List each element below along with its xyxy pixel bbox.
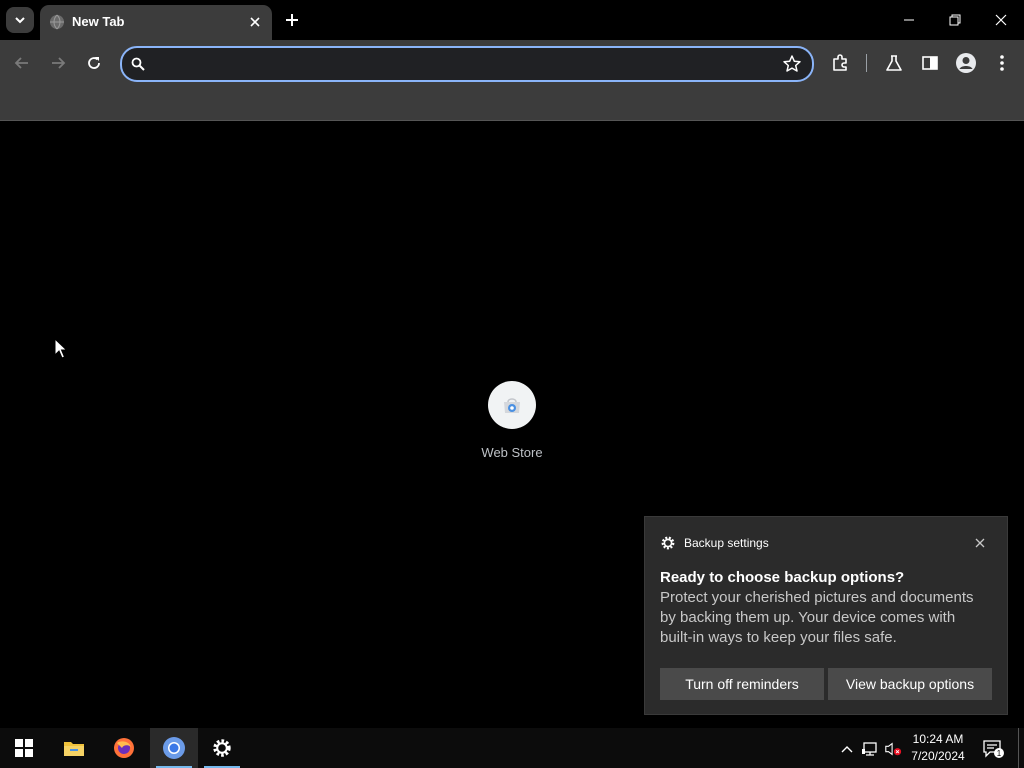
back-button[interactable] <box>9 50 35 76</box>
close-icon <box>975 538 985 548</box>
notification-close-button[interactable] <box>971 534 989 552</box>
chevron-up-icon <box>841 746 853 753</box>
backup-notification[interactable]: Backup settings Ready to choose backup o… <box>644 516 1008 715</box>
volume-button[interactable] <box>884 740 902 758</box>
restore-button[interactable] <box>932 0 978 40</box>
new-tab-button[interactable] <box>281 9 303 31</box>
taskbar-settings[interactable] <box>198 728 246 768</box>
close-window-button[interactable] <box>978 0 1024 40</box>
clock-date: 7/20/2024 <box>911 749 965 763</box>
tab-close-button[interactable] <box>246 13 264 31</box>
show-desktop-button[interactable] <box>1018 728 1019 768</box>
tab-search-button[interactable] <box>6 7 34 33</box>
network-icon <box>862 742 877 756</box>
minimize-icon <box>904 19 914 21</box>
notification-icon: 1 <box>983 740 1004 758</box>
web-store-icon <box>504 398 520 413</box>
restore-icon <box>949 14 961 26</box>
labs-button[interactable] <box>882 51 906 75</box>
shortcut-web-store[interactable]: Web Store <box>472 381 552 460</box>
more-vert-icon <box>1000 55 1004 71</box>
search-icon <box>131 57 145 71</box>
taskbar-firefox[interactable] <box>100 728 148 768</box>
taskbar: 10:24 AM 7/20/2024 1 <box>0 728 1024 768</box>
address-input[interactable] <box>156 52 770 78</box>
settings-icon <box>213 739 231 757</box>
side-panel-button[interactable] <box>918 51 942 75</box>
tab-new-tab[interactable]: New Tab <box>40 5 272 40</box>
browser-toolbar <box>0 40 1024 86</box>
view-backup-options-button[interactable]: View backup options <box>828 668 992 700</box>
firefox-icon <box>114 738 134 758</box>
volume-muted-icon <box>885 742 902 756</box>
taskbar-chrome[interactable] <box>150 728 198 768</box>
arrow-left-icon <box>14 57 28 69</box>
shortcut-label: Web Store <box>481 445 543 460</box>
shortcut-tile <box>488 381 536 429</box>
start-button[interactable] <box>0 728 48 768</box>
menu-button[interactable] <box>990 51 1014 75</box>
reload-icon <box>88 57 100 69</box>
side-panel-icon <box>922 56 938 70</box>
toolbar-separator <box>866 54 867 72</box>
flask-icon <box>886 55 902 71</box>
taskbar-file-explorer[interactable] <box>50 728 98 768</box>
chevron-down-icon <box>15 17 25 24</box>
file-explorer-icon <box>64 742 84 756</box>
profile-button[interactable] <box>954 51 978 75</box>
start-icon <box>15 739 33 757</box>
notification-title: Ready to choose backup options? <box>660 569 905 586</box>
extensions-button[interactable] <box>828 51 852 75</box>
tray-overflow-button[interactable] <box>838 740 856 758</box>
action-center-button[interactable]: 1 <box>982 740 1006 758</box>
bookmark-star-icon[interactable] <box>782 54 802 74</box>
forward-button[interactable] <box>45 50 71 76</box>
gear-icon <box>661 536 675 550</box>
globe-icon <box>50 14 64 30</box>
minimize-button[interactable] <box>886 0 932 40</box>
tab-title: New Tab <box>72 14 125 29</box>
close-icon <box>995 14 1007 26</box>
tab-strip: New Tab <box>0 0 1024 40</box>
address-bar[interactable] <box>120 46 814 82</box>
arrow-right-icon <box>52 57 66 69</box>
bookmarks-bar <box>0 86 1024 121</box>
notification-app-name: Backup settings <box>684 536 769 550</box>
network-button[interactable] <box>861 740 879 758</box>
reload-button[interactable] <box>81 50 107 76</box>
action-center-badge: 1 <box>997 749 1002 758</box>
avatar-icon <box>956 53 976 73</box>
notification-body: Protect your cherished pictures and docu… <box>660 589 974 646</box>
plus-icon <box>286 14 298 26</box>
close-icon <box>250 17 260 27</box>
puzzle-icon <box>833 54 847 71</box>
clock-time: 10:24 AM <box>912 732 964 746</box>
turn-off-reminders-button[interactable]: Turn off reminders <box>660 668 824 700</box>
chrome-icon <box>163 737 185 759</box>
taskbar-clock[interactable]: 10:24 AM 7/20/2024 <box>904 731 972 765</box>
mouse-cursor-icon <box>54 338 68 359</box>
